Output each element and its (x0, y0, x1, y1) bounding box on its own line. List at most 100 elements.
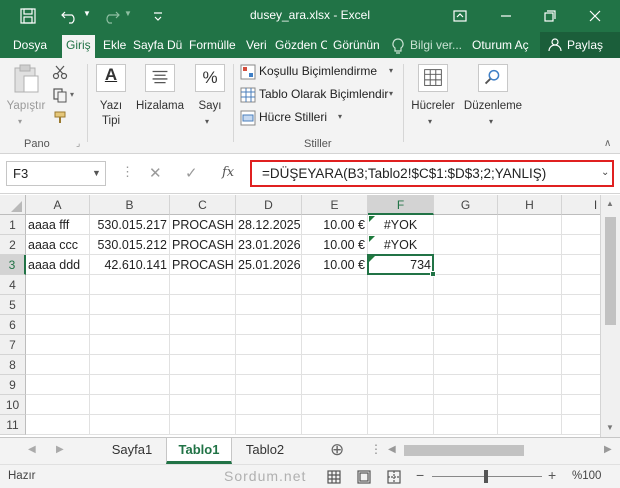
cell-b4[interactable] (90, 275, 170, 295)
cell-c6[interactable] (170, 315, 236, 335)
cell-a4[interactable] (26, 275, 90, 295)
cell-a9[interactable] (26, 375, 90, 395)
ribbon-display-icon[interactable] (450, 6, 470, 26)
cell-d8[interactable] (236, 355, 302, 375)
cell-h9[interactable] (498, 375, 562, 395)
cell-f3[interactable]: 734 (368, 255, 434, 275)
cell-c8[interactable] (170, 355, 236, 375)
cell-g8[interactable] (434, 355, 498, 375)
tab-insert[interactable]: Ekle (103, 38, 126, 52)
cell-f8[interactable] (368, 355, 434, 375)
tab-page-layout[interactable]: Sayfa Dü (133, 38, 183, 52)
cell-h1[interactable] (498, 215, 562, 235)
row-header-8[interactable]: 8 (0, 355, 26, 375)
cut-icon[interactable] (52, 64, 68, 80)
cell-a7[interactable] (26, 335, 90, 355)
cell-f1[interactable]: #YOK (368, 215, 434, 235)
page-layout-view-icon[interactable] (357, 470, 371, 484)
cell-a10[interactable] (26, 395, 90, 415)
page-break-view-icon[interactable] (387, 470, 401, 484)
cell-g4[interactable] (434, 275, 498, 295)
cell-d1[interactable]: 28.12.2025 (236, 215, 302, 235)
cell-f9[interactable] (368, 375, 434, 395)
error-indicator[interactable] (369, 236, 375, 242)
normal-view-icon[interactable] (327, 470, 341, 484)
row-header-9[interactable]: 9 (0, 375, 26, 395)
cell-e7[interactable] (302, 335, 368, 355)
cell-g6[interactable] (434, 315, 498, 335)
cell-e9[interactable] (302, 375, 368, 395)
column-header-d[interactable]: D (236, 195, 302, 215)
clipboard-launcher-icon[interactable]: ⌟ (76, 138, 80, 149)
cell-a3[interactable]: aaaa ddd (26, 255, 90, 275)
column-header-f[interactable]: F (368, 195, 434, 215)
cell-c5[interactable] (170, 295, 236, 315)
cell-a5[interactable] (26, 295, 90, 315)
cell-h10[interactable] (498, 395, 562, 415)
cell-a2[interactable]: aaaa ccc (26, 235, 90, 255)
row-header-4[interactable]: 4 (0, 275, 26, 295)
share-button[interactable]: Paylaş (540, 32, 620, 58)
hscroll-left-icon[interactable]: ◀ (388, 444, 396, 455)
column-header-h[interactable]: H (498, 195, 562, 215)
editing-button[interactable]: Düzenleme ▾ (460, 62, 526, 132)
font-button[interactable]: A Yazı Tipi (92, 62, 130, 132)
cancel-icon[interactable]: ✕ (149, 164, 162, 182)
prev-sheet-icon[interactable]: ◀ (28, 444, 36, 455)
cell-h11[interactable] (498, 415, 562, 435)
scroll-up-icon[interactable]: ▲ (606, 199, 614, 208)
cell-g1[interactable] (434, 215, 498, 235)
cell-g7[interactable] (434, 335, 498, 355)
cell-f6[interactable] (368, 315, 434, 335)
row-header-3[interactable]: 3 (0, 255, 26, 275)
alignment-button[interactable]: Hizalama (134, 62, 186, 132)
cell-b3[interactable]: 42.610.141 (90, 255, 170, 275)
cell-g2[interactable] (434, 235, 498, 255)
column-header-g[interactable]: G (434, 195, 498, 215)
cell-b6[interactable] (90, 315, 170, 335)
error-indicator[interactable] (369, 256, 375, 262)
cell-d10[interactable] (236, 395, 302, 415)
cell-g3[interactable] (434, 255, 498, 275)
cell-g11[interactable] (434, 415, 498, 435)
add-sheet-icon[interactable]: ⊕ (330, 440, 344, 460)
cell-b9[interactable] (90, 375, 170, 395)
column-header-c[interactable]: C (170, 195, 236, 215)
cell-e5[interactable] (302, 295, 368, 315)
cell-c2[interactable]: PROCASH (170, 235, 236, 255)
zoom-slider-thumb[interactable] (484, 470, 488, 483)
cell-h4[interactable] (498, 275, 562, 295)
insert-function-icon[interactable]: fx (222, 165, 234, 180)
cells-button[interactable]: Hücreler ▾ (408, 62, 458, 132)
worksheet-grid[interactable]: ABCDEFGHI 1 2 3 4 5 6 7 8 9 10 11 aaaa fff 530.015.… (0, 195, 620, 437)
cell-e10[interactable] (302, 395, 368, 415)
cell-d3[interactable]: 25.01.2026 (236, 255, 302, 275)
cell-c7[interactable] (170, 335, 236, 355)
cell-f4[interactable] (368, 275, 434, 295)
row-header-11[interactable]: 11 (0, 415, 26, 435)
tab-data[interactable]: Veri (246, 38, 267, 52)
cell-h3[interactable] (498, 255, 562, 275)
cell-c10[interactable] (170, 395, 236, 415)
tab-formulas[interactable]: Formülle (189, 38, 236, 52)
expand-formula-icon[interactable]: ⌄ (601, 167, 609, 178)
sheet-tab-sayfa1[interactable]: Sayfa1 (100, 438, 164, 464)
cell-e6[interactable] (302, 315, 368, 335)
cell-e11[interactable] (302, 415, 368, 435)
cell-b11[interactable] (90, 415, 170, 435)
name-box-dropdown-icon[interactable]: ▼ (92, 168, 101, 178)
zoom-in-icon[interactable]: + (548, 467, 556, 483)
scroll-down-icon[interactable]: ▼ (606, 423, 614, 432)
scroll-thumb[interactable] (605, 217, 616, 325)
cell-b7[interactable] (90, 335, 170, 355)
select-all-corner[interactable] (0, 195, 26, 215)
sheet-tab-tablo2[interactable]: Tablo2 (234, 438, 296, 464)
cell-f10[interactable] (368, 395, 434, 415)
cell-b10[interactable] (90, 395, 170, 415)
tab-file[interactable]: Dosya (13, 38, 47, 52)
cell-d4[interactable] (236, 275, 302, 295)
conditional-formatting-button[interactable]: Koşullu Biçimlendirme ▾ (238, 62, 398, 82)
column-header-a[interactable]: A (26, 195, 90, 215)
horizontal-scroll-thumb[interactable] (404, 445, 524, 456)
cell-b5[interactable] (90, 295, 170, 315)
